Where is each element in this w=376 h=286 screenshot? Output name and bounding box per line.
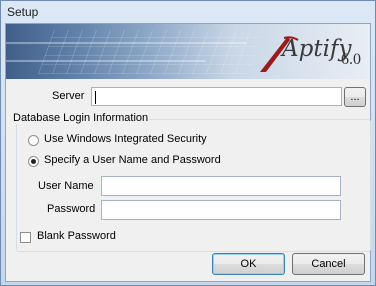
browse-server-button[interactable]: ...	[344, 87, 366, 107]
password-input[interactable]	[101, 200, 341, 220]
blank-password-checkbox[interactable]	[20, 232, 31, 243]
username-password-radio[interactable]	[28, 156, 39, 167]
banner-stripe	[6, 60, 206, 62]
title-bar[interactable]: Setup	[1, 1, 375, 23]
username-password-label[interactable]: Specify a User Name and Password	[44, 154, 221, 166]
header-banner: Aptify 6.0	[6, 24, 370, 79]
cancel-button[interactable]: Cancel	[292, 253, 365, 275]
blank-password-label[interactable]: Blank Password	[37, 230, 116, 242]
banner-stripe	[6, 42, 246, 44]
window-title: Setup	[7, 5, 39, 19]
login-group-title: Database Login Information	[12, 112, 150, 124]
windows-security-label[interactable]: Use Windows Integrated Security	[44, 133, 207, 145]
windows-security-radio[interactable]	[28, 135, 39, 146]
setup-dialog: Setup Aptify 6.0 Server ... Database Log…	[0, 0, 376, 286]
banner-grid-decoration	[37, 30, 265, 74]
server-input[interactable]	[91, 87, 342, 106]
server-label: Server	[52, 90, 85, 102]
username-input[interactable]	[101, 176, 341, 196]
ok-button[interactable]: OK	[212, 253, 285, 275]
radio-selected-dot	[31, 159, 36, 164]
dialog-body: Aptify 6.0 Server ... Database Login Inf…	[5, 23, 371, 282]
text-caret	[95, 91, 96, 104]
version-label: 6.0	[341, 51, 361, 68]
password-label: Password	[47, 203, 96, 215]
username-label: User Name	[38, 180, 94, 192]
